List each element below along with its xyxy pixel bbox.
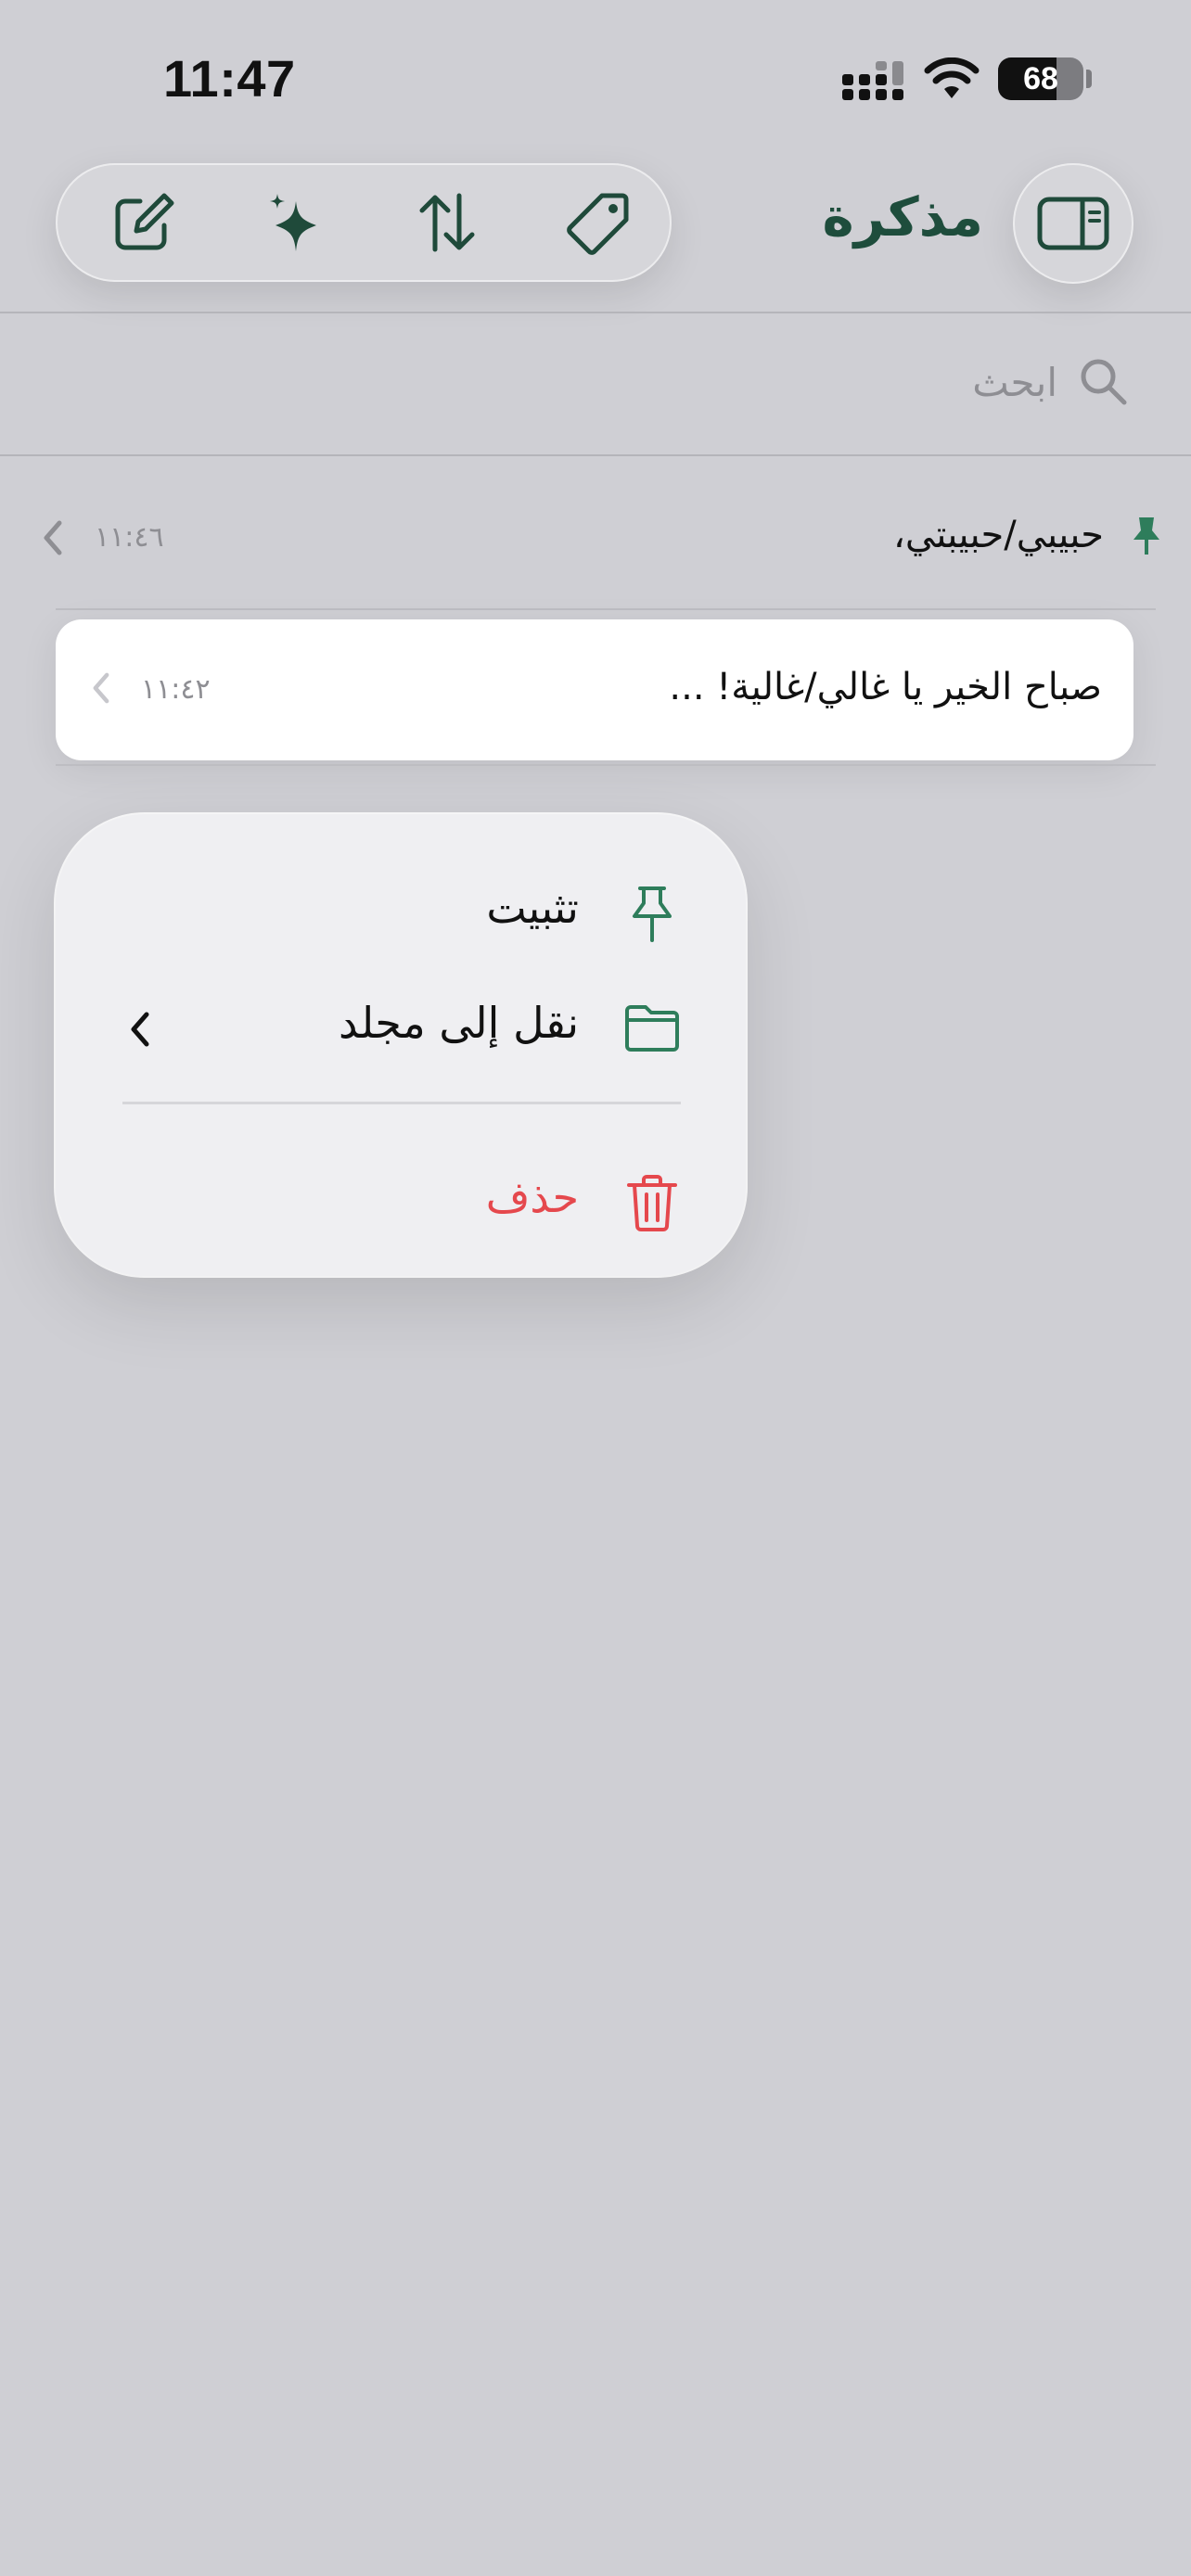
cellular-signal-icon xyxy=(842,61,903,100)
trash-icon xyxy=(627,1175,677,1231)
menu-item-pin[interactable]: تثبيت xyxy=(56,862,746,964)
note-time: ١١:٤٢ xyxy=(141,673,211,706)
page-title: مذكرة xyxy=(822,185,983,249)
menu-label: حذف xyxy=(485,1172,579,1222)
chevron-left-icon xyxy=(93,672,109,704)
search-icon xyxy=(1081,359,1127,405)
sidebar-toggle-button[interactable] xyxy=(1013,163,1133,284)
battery-nub xyxy=(1086,70,1092,88)
pin-icon xyxy=(1133,517,1159,555)
tag-icon xyxy=(567,193,629,255)
sort-button[interactable] xyxy=(408,184,486,261)
note-title: صباح الخير يا غالي/غالية! ... xyxy=(669,666,1102,708)
tag-button[interactable] xyxy=(560,184,638,261)
note-title: حبيبي/حبيبتي، xyxy=(892,514,1104,556)
note-row-pinned[interactable]: حبيبي/حبيبتي، ١١:٤٦ xyxy=(0,501,1191,575)
ai-assist-button[interactable] xyxy=(256,184,334,261)
row-divider xyxy=(56,608,1156,610)
menu-item-move-to-folder[interactable]: نقل إلى مجلد xyxy=(56,977,746,1079)
search-input[interactable] xyxy=(798,354,1057,410)
menu-item-delete[interactable]: حذف xyxy=(56,1152,746,1254)
status-time: 11:47 xyxy=(163,49,296,108)
folder-icon xyxy=(625,1005,679,1052)
battery-percent: 68 xyxy=(1023,61,1058,96)
context-menu: تثبيت نقل إلى مجلد حذف xyxy=(56,814,746,1276)
note-toolbar xyxy=(56,163,672,282)
wifi-icon xyxy=(924,57,980,98)
chevron-left-icon xyxy=(44,520,62,555)
note-card-selected[interactable]: صباح الخير يا غالي/غالية! ... ١١:٤٢ xyxy=(56,619,1133,760)
menu-separator xyxy=(122,1102,681,1104)
chevron-left-icon xyxy=(131,1012,149,1047)
battery-indicator: 68 xyxy=(998,57,1083,100)
compose-icon xyxy=(115,193,174,250)
header-divider xyxy=(0,312,1191,313)
compose-button[interactable] xyxy=(104,184,182,261)
menu-label: نقل إلى مجلد xyxy=(339,998,579,1048)
search-divider xyxy=(0,454,1191,456)
sort-icon xyxy=(419,193,475,252)
sparkle-icon xyxy=(270,194,316,251)
menu-label: تثبيت xyxy=(486,883,579,933)
row-divider xyxy=(56,764,1156,766)
pin-icon xyxy=(633,886,672,942)
note-time: ١١:٤٦ xyxy=(95,521,164,554)
sidebar-toggle-icon xyxy=(1037,197,1109,250)
